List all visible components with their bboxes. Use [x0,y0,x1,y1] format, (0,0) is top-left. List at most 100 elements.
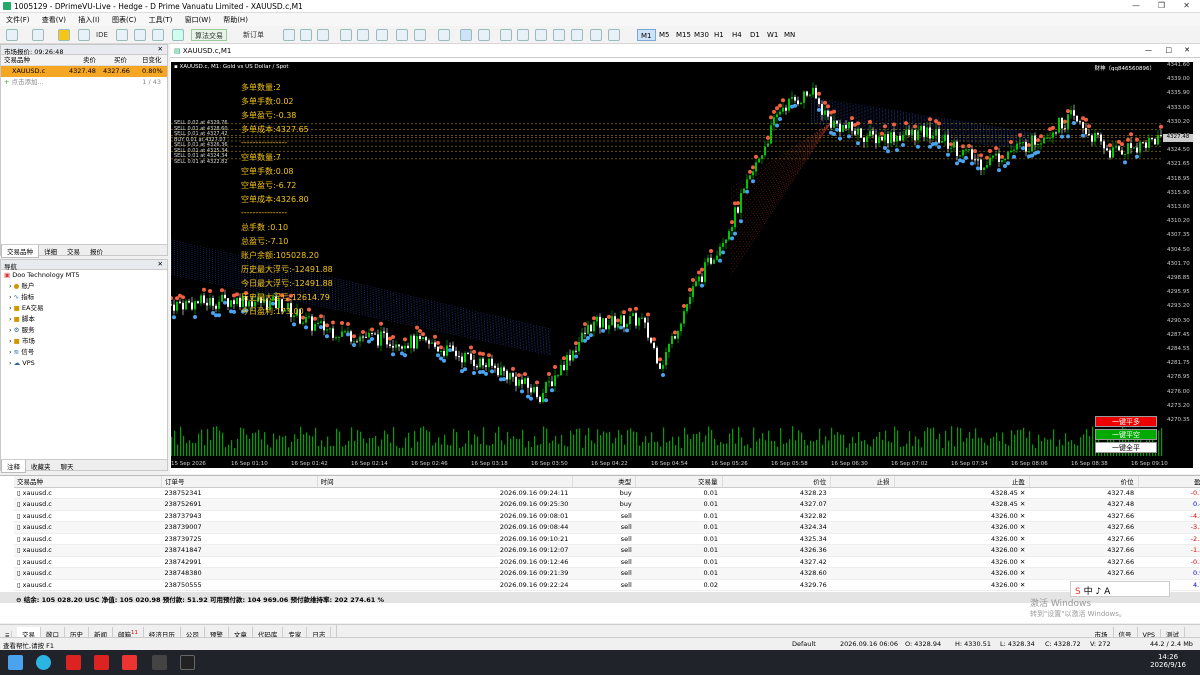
add-symbol-row[interactable]: + 点击添加... 1 / 43 [1,77,167,88]
table-row[interactable]: ▯ xauusd.c 238752341 2026.09.16 09:24:11 bu… [14,487,1200,499]
tab-details[interactable]: 详细 [39,245,62,257]
maximize-icon[interactable]: □ [1165,46,1172,54]
navigator-icon[interactable] [78,29,90,41]
line-chart-icon[interactable] [317,29,329,41]
tab-ticks[interactable]: 报价 [85,245,108,257]
autoscroll-icon[interactable] [396,29,408,41]
symbol-row[interactable]: XAUUSD.c 4327.48 4327.66 0.80% [1,66,167,77]
col-header[interactable]: 价位 [722,476,832,488]
price-chart[interactable]: ▪ XAUUSD.c, M1: Gold vs US Dollar / Spot… [171,62,1193,468]
new-order-button[interactable]: 新订单 [240,29,267,41]
table-row[interactable]: ▯ xauusd.c 238739725 2026.09.16 09:10:21 se… [14,533,1200,545]
market-icon[interactable] [58,29,70,41]
table-row[interactable]: ▯ xauusd.c 238739007 2026.09.16 09:08:44 se… [14,521,1200,534]
zoom-in-icon[interactable] [340,29,352,41]
radio-icon[interactable] [152,29,164,41]
screenshot-icon[interactable] [438,29,450,41]
menu-window[interactable]: 窗口(W) [179,13,215,25]
tf-h1[interactable]: H1 [711,29,727,41]
tab-common[interactable]: 注释 [1,460,26,473]
col-bid[interactable]: 卖价 [83,55,96,66]
fibo-icon[interactable] [571,29,583,41]
account-icon[interactable] [172,29,184,41]
tf-d1[interactable]: D1 [747,29,763,41]
col-header[interactable]: 止损 [830,476,895,488]
menu-help[interactable]: 帮助(H) [217,13,252,25]
nav-item-indicators[interactable]: › ∿ 指标 [1,292,167,303]
col-header[interactable]: 时间 [317,476,573,488]
app-icon[interactable] [152,655,167,670]
close-icon[interactable]: ✕ [1183,1,1190,10]
shift-icon[interactable] [414,29,426,41]
nav-item-accounts[interactable]: › ● 账户 [1,281,167,292]
col-header[interactable]: 订单号 [161,476,318,488]
table-row[interactable]: ▯ xauusd.c 238737943 2026.09.16 09:08:01 se… [14,510,1200,522]
tf-m30[interactable]: M30 [691,29,712,41]
close-icon[interactable]: ✕ [1184,46,1190,54]
close-all-button[interactable]: 一键全平 [1095,442,1157,453]
bar-chart-icon[interactable] [283,29,295,41]
candle-icon[interactable] [300,29,312,41]
col-header[interactable]: 价位 [1029,476,1139,488]
close-buy-button[interactable]: 一键平多 [1095,416,1157,427]
close-sell-button[interactable]: 一键平空 [1095,429,1157,440]
table-row[interactable]: ▯ xauusd.c 238742991 2026.09.16 09:12:46 se… [14,556,1200,568]
tab-symbols[interactable]: 交易品种 [1,245,39,258]
minimize-icon[interactable]: — [1145,46,1152,54]
text-icon[interactable] [590,29,602,41]
nav-item-signals[interactable]: › ≋ 信号 [1,347,167,358]
tab-favorites[interactable]: 收藏夹 [26,460,56,472]
ec-icon[interactable] [122,655,137,670]
menu-charts[interactable]: 图表(C) [106,13,140,25]
shapes-icon[interactable] [608,29,620,41]
lock-icon[interactable] [116,29,128,41]
ime-toolbar[interactable]: S 中 ♪ A [1070,581,1170,597]
cloud-icon[interactable] [134,29,146,41]
col-ask[interactable]: 买价 [114,55,127,66]
hline-icon[interactable] [517,29,529,41]
vline-icon[interactable] [500,29,512,41]
new-chart-icon[interactable] [6,29,18,41]
edge-icon[interactable] [36,655,51,670]
col-header[interactable]: 盈利 [1138,476,1200,488]
col-header[interactable]: 类型 [572,476,637,488]
table-row[interactable]: ▯ xauusd.c 238750555 2026.09.16 09:22:24 se… [14,579,1200,591]
col-header[interactable]: 止盈 [894,476,1030,488]
mt5-icon[interactable] [66,655,81,670]
col-header[interactable]: 交易量 [635,476,723,488]
tf-m1[interactable]: M1 [637,29,656,41]
tf-m5[interactable]: M5 [656,29,673,41]
table-row[interactable]: ▯ xauusd.c 238741847 2026.09.16 09:12:07 se… [14,544,1200,557]
trendline-icon[interactable] [535,29,547,41]
table-row[interactable]: ▯ xauusd.c 238748380 2026.09.16 09:21:39 se… [14,567,1200,580]
nav-root[interactable]: ▣ Doo Technology MT5 [1,270,167,281]
menu-insert[interactable]: 插入(I) [72,13,104,25]
minimize-icon[interactable]: — [1132,1,1140,10]
cursor-icon[interactable] [460,29,472,41]
start-icon[interactable] [8,655,23,670]
crosshair-icon[interactable] [478,29,490,41]
col-symbol[interactable]: 交易品种 [4,56,30,64]
ide-button[interactable]: IDE [96,29,108,41]
grid-icon[interactable] [376,29,388,41]
close-icon[interactable]: ✕ [158,45,163,53]
chart-tab-title[interactable]: XAUUSD.c,M1 [183,47,231,55]
col-change[interactable]: 日变化 [142,55,162,66]
nav-item-scripts[interactable]: › ■ 脚本 [1,314,167,325]
menu-tools[interactable]: 工具(T) [143,13,177,25]
col-header[interactable]: 交易品种 [14,476,162,488]
tf-w1[interactable]: W1 [764,29,781,41]
table-row[interactable]: ▯ xauusd.c 238752691 2026.09.16 09:25:30 bu… [14,498,1200,511]
zoom-out-icon[interactable] [357,29,369,41]
tf-mn[interactable]: MN [781,29,798,41]
clock[interactable]: 14:26 2026/9/16 [1150,653,1186,669]
tf-h4[interactable]: H4 [729,29,745,41]
close-icon[interactable]: ✕ [158,260,163,268]
menu-file[interactable]: 文件(F) [0,13,34,25]
tab-chat[interactable]: 聊天 [56,460,79,472]
nav-item-services[interactable]: › ⚙ 服务 [1,325,167,336]
nav-item-vps[interactable]: › ☁ VPS [1,358,167,369]
qq-icon[interactable] [180,655,195,670]
nav-item-market[interactable]: › ■ 市场 [1,336,167,347]
algo-trading-button[interactable]: 算法交易 [191,29,227,41]
